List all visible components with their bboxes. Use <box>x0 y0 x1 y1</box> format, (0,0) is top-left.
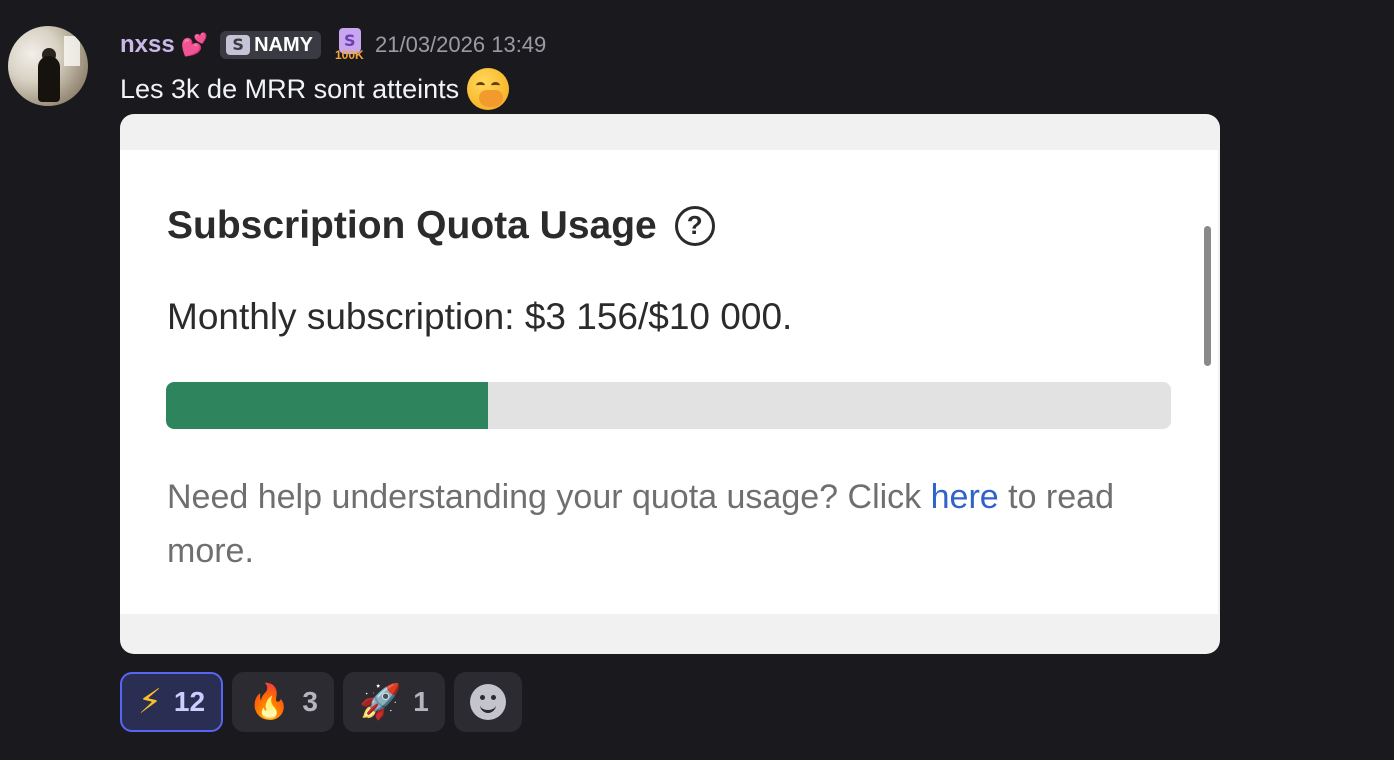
quota-progress-fill <box>166 382 488 429</box>
message-content: Les 3k de MRR sont atteints <box>120 68 510 110</box>
hearts-emoji-icon: 💕 <box>180 32 209 58</box>
image-attachment[interactable]: Subscription Quota Usage ? Monthly subsc… <box>120 114 1220 654</box>
avatar-window <box>64 36 80 66</box>
message-header: nxss 💕 S NAMY 100K 21/03/2026 13:49 <box>120 28 546 62</box>
smile-icon <box>469 684 506 720</box>
reaction-count: 12 <box>173 686 206 717</box>
timestamp: 21/03/2026 13:49 <box>375 32 547 57</box>
help-link[interactable]: here <box>931 478 999 516</box>
smile-mouth <box>479 702 496 713</box>
message-text: Les 3k de MRR sont atteints <box>120 73 460 104</box>
hand-over-mouth-emoji-icon <box>467 68 510 110</box>
rocket-emoji-icon: 🚀 <box>358 682 402 722</box>
guild-tag[interactable]: S NAMY <box>220 31 321 59</box>
quota-title: Subscription Quota Usage ? <box>167 204 715 248</box>
badge-count: 100K <box>335 48 364 62</box>
scrollbar[interactable] <box>1204 226 1211 366</box>
smile-eye-left <box>479 695 485 700</box>
guild-tag-icon: S <box>226 35 251 55</box>
shop-badge-icon[interactable]: 100K <box>333 28 367 62</box>
chat-message: nxss 💕 S NAMY 100K 21/03/2026 13:49 Les … <box>0 0 1394 760</box>
help-text-before: Need help understanding your quota usage… <box>167 478 931 516</box>
quota-panel: Subscription Quota Usage ? Monthly subsc… <box>120 150 1218 614</box>
reaction-fire[interactable]: 🔥 3 <box>232 672 334 732</box>
reaction-count: 3 <box>302 686 318 717</box>
guild-tag-label: NAMY <box>254 33 313 56</box>
username[interactable]: nxss <box>120 31 175 59</box>
fire-emoji-icon: 🔥 <box>248 682 291 722</box>
emoji-eye-left <box>476 82 486 89</box>
add-reaction-button[interactable] <box>453 672 522 732</box>
quota-title-text: Subscription Quota Usage <box>167 204 657 247</box>
reactions-bar: ⚡ 12 🔥 3 🚀 1 <box>120 672 522 732</box>
reaction-count: 1 <box>413 686 429 717</box>
help-circle-icon[interactable]: ? <box>674 206 715 246</box>
quota-progress-bar <box>166 382 1171 429</box>
help-text: Need help understanding your quota usage… <box>167 470 1167 578</box>
reaction-rocket[interactable]: 🚀 1 <box>342 672 445 732</box>
avatar[interactable] <box>8 26 88 106</box>
avatar-figure <box>38 56 60 102</box>
emoji-eye-right <box>491 82 501 89</box>
emoji-hand <box>479 90 504 107</box>
quota-amount: Monthly subscription: $3 156/$10 000. <box>167 296 793 337</box>
reaction-lightning[interactable]: ⚡ 12 <box>120 672 224 732</box>
smile-eye-right <box>490 695 496 700</box>
lightning-emoji-icon: ⚡ <box>138 682 162 722</box>
